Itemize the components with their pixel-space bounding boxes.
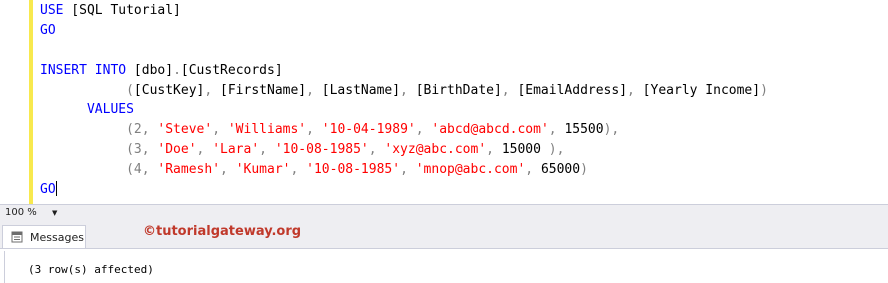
- string-literal: 'Kumar': [235, 162, 291, 178]
- string-literal: 'Steve': [157, 122, 213, 138]
- code-token: 15500: [564, 122, 604, 138]
- code-token: [CustKey]: [133, 82, 205, 98]
- chevron-down-icon[interactable]: ▼: [52, 206, 57, 220]
- code-token: ),: [603, 122, 620, 138]
- code-line[interactable]: INSERT INTO [dbo].[CustRecords]: [40, 61, 888, 81]
- code-token: (3: [126, 142, 142, 158]
- code-token: ,: [525, 162, 541, 178]
- code-token: ,: [368, 142, 385, 158]
- code-token: ),: [540, 142, 565, 158]
- code-line[interactable]: (2, 'Steve', 'Williams', '10-04-1989', '…: [40, 120, 888, 140]
- code-token: ,: [212, 122, 228, 138]
- code-token: .: [173, 62, 181, 78]
- results-tab-strip: Messages: [0, 222, 888, 248]
- sql-keyword: USE: [40, 3, 64, 18]
- code-token: ,: [627, 82, 635, 98]
- tab-messages[interactable]: Messages: [2, 225, 86, 248]
- code-token: ,: [306, 82, 314, 98]
- string-literal: 'xyz@abc.com': [384, 142, 487, 158]
- horizontal-scrollbar[interactable]: [62, 211, 888, 216]
- code-token: ,: [501, 82, 510, 98]
- messages-left-edge: [4, 251, 5, 283]
- code-line[interactable]: (4, 'Ramesh', 'Kumar', '10-08-1985', 'mn…: [40, 160, 888, 180]
- code-line[interactable]: ([CustKey], [FirstName], [LastName], [Bi…: [40, 81, 888, 101]
- code-token: ,: [400, 162, 416, 178]
- zoom-dropdown[interactable]: 100 % ▼: [2, 206, 60, 220]
- code-area[interactable]: USE [SQL Tutorial] GO INSERT INTO [dbo].[C…: [40, 1, 888, 200]
- tab-messages-label: Messages: [30, 231, 84, 244]
- string-literal: 'abcd@abcd.com': [431, 122, 549, 138]
- code-token: [SQL Tutorial]: [63, 3, 181, 18]
- code-token: ,: [196, 142, 213, 158]
- code-token: [dbo]: [126, 62, 174, 78]
- string-literal: '10-08-1985': [306, 162, 401, 178]
- code-token: ,: [259, 142, 275, 158]
- code-line[interactable]: USE [SQL Tutorial]: [40, 1, 888, 21]
- zoom-bar: 100 % ▼: [0, 204, 888, 222]
- code-token: ,: [141, 122, 158, 138]
- watermark: ©tutorialgateway.org: [143, 224, 302, 239]
- messages-icon: [11, 231, 23, 243]
- code-line[interactable]: VALUES: [40, 100, 888, 120]
- code-token: (2: [126, 122, 142, 138]
- string-literal: '10-08-1985': [274, 142, 369, 158]
- code-line[interactable]: [40, 41, 888, 61]
- query-editor[interactable]: USE [SQL Tutorial] GO INSERT INTO [dbo].[C…: [0, 0, 888, 204]
- code-token: (4: [126, 162, 142, 178]
- code-token: (: [126, 82, 134, 98]
- code-token: [Yearly Income]: [634, 82, 761, 98]
- sql-keyword: GO: [40, 182, 56, 198]
- code-token: [BirthDate]: [407, 82, 502, 98]
- code-token: [LastName]: [313, 82, 401, 98]
- sql-keyword: INTO: [94, 62, 127, 78]
- code-token: ,: [400, 82, 408, 98]
- string-literal: 'Lara': [212, 142, 260, 158]
- string-literal: '10-04-1989': [321, 122, 416, 138]
- code-token: ): [760, 82, 768, 98]
- code-token: ,: [415, 122, 432, 138]
- code-token: ): [580, 162, 588, 178]
- code-token: 15000: [501, 142, 541, 158]
- string-literal: 'mnop@abc.com': [415, 162, 526, 178]
- sql-keyword: VALUES: [86, 102, 134, 118]
- zoom-value: 100 %: [5, 207, 37, 218]
- code-token: ,: [220, 162, 236, 178]
- sql-keyword: INSERT: [40, 62, 87, 78]
- code-token: [EmailAddress]: [509, 82, 628, 98]
- rows-affected-message: (3 row(s) affected): [28, 263, 154, 276]
- code-token: ,: [548, 122, 565, 138]
- code-line[interactable]: GO: [40, 21, 888, 41]
- code-token: ,: [486, 142, 502, 158]
- editor-gutter: [0, 0, 30, 204]
- string-literal: 'Ramesh': [157, 162, 221, 178]
- text-caret: [55, 181, 57, 197]
- code-token: ,: [306, 122, 322, 138]
- messages-pane: (3 row(s) affected): [0, 248, 888, 283]
- code-token: ,: [141, 162, 158, 178]
- code-line[interactable]: GO: [40, 180, 888, 200]
- code-token: 65000: [540, 162, 581, 178]
- string-literal: 'Doe': [157, 142, 197, 158]
- code-token: ,: [141, 142, 158, 158]
- code-token: [CustRecords]: [180, 62, 283, 78]
- sql-keyword: GO: [40, 22, 56, 38]
- code-line[interactable]: (3, 'Doe', 'Lara', '10-08-1985', 'xyz@ab…: [40, 140, 888, 160]
- code-token: ,: [290, 162, 307, 178]
- change-tracking-bar: [29, 0, 33, 204]
- string-literal: 'Williams': [227, 122, 307, 138]
- code-token: [FirstName]: [212, 82, 307, 98]
